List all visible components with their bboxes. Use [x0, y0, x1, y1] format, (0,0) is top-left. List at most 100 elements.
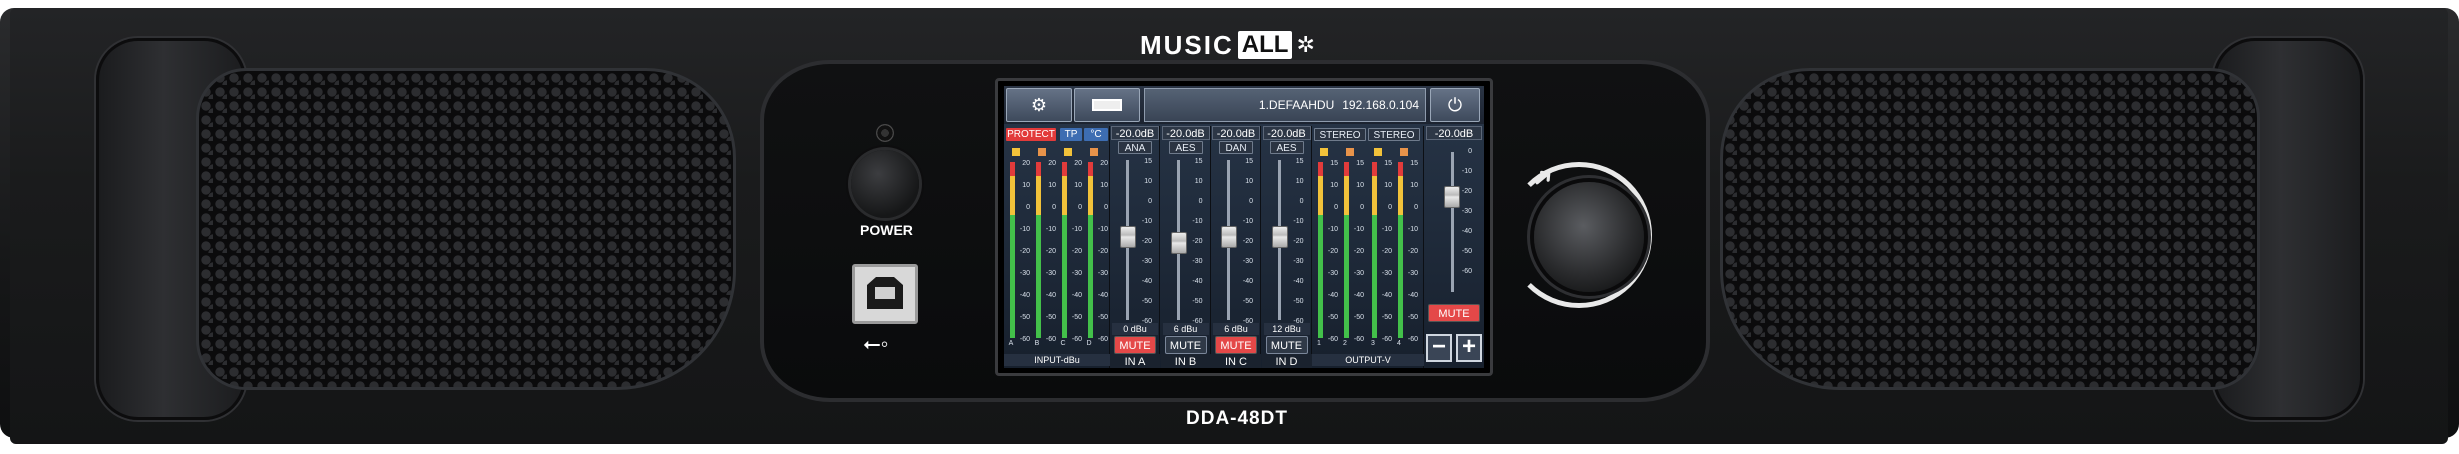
strip-mute-button[interactable]: MUTE [1164, 336, 1207, 354]
output-indicator-3 [1374, 148, 1382, 156]
right-vent-grille [1720, 68, 2260, 390]
strip-source[interactable]: DAN [1219, 141, 1253, 154]
output-scale-tick: 0 [1360, 204, 1364, 211]
strip-level: 6 dBu [1213, 323, 1259, 335]
input-scale-tick: -60 [1019, 336, 1030, 343]
output-channel-label-2: 2 [1343, 340, 1347, 347]
strip-mute-button[interactable]: MUTE [1114, 336, 1156, 354]
input-footer: INPUT-dBu [1004, 354, 1110, 366]
output-scale-tick: 10 [1356, 182, 1364, 189]
settings-button[interactable]: ⚙ [1006, 88, 1072, 122]
brand-right: ALL [1237, 31, 1293, 59]
power-label: POWER [860, 222, 913, 238]
stereo-tag-1: STEREO [1314, 128, 1366, 141]
input-scale-tick: -10 [1019, 226, 1030, 233]
output-indicator-2 [1346, 148, 1354, 156]
strip-fader[interactable] [1271, 226, 1288, 248]
fader-scale-tick: -20 [1192, 238, 1203, 245]
strip-mute-button[interactable]: MUTE [1215, 336, 1257, 354]
output-scale-tick: -60 [1353, 336, 1364, 343]
output-scale-tick: -10 [1327, 226, 1338, 233]
strip-level: 12 dBu [1263, 323, 1310, 335]
fader-scale-tick: -30 [1242, 258, 1253, 265]
fader-scale-tick: 15 [1194, 158, 1203, 165]
fader-scale-tick: -50 [1293, 298, 1304, 305]
output-scale-tick: 0 [1388, 204, 1392, 211]
master-fader-track [1451, 152, 1454, 292]
input-scale-tick: -40 [1045, 292, 1056, 299]
input-indicator-D [1090, 148, 1098, 156]
input-scale-tick: 20 [1048, 160, 1056, 167]
strip-level: 0 dBu [1112, 323, 1158, 335]
input-scale-tick: -20 [1019, 248, 1030, 255]
strip-fader[interactable] [1221, 226, 1237, 248]
snowflake-icon: ✲ [1296, 32, 1315, 57]
strip-name: IN A [1110, 354, 1160, 368]
input-channel-label-A: A [1008, 340, 1014, 347]
strip-fader[interactable] [1120, 226, 1136, 248]
minus-button[interactable]: − [1426, 334, 1452, 362]
device-button[interactable] [1074, 88, 1140, 122]
input-scale-tick: 10 [1100, 182, 1108, 189]
output-scale-tick: 10 [1330, 182, 1338, 189]
strip-fader[interactable] [1170, 232, 1187, 254]
input-scale-tick: -20 [1071, 248, 1082, 255]
output-meters-panel: STEREO STEREO 1 15 10 0 -10 -20 -30 -40 -50 -60 2 1… [1312, 126, 1424, 368]
input-scale-tick: -40 [1097, 292, 1108, 299]
stereo-tag-2: STEREO [1368, 128, 1420, 141]
strip-name: IN C [1211, 354, 1261, 368]
input-scale-tick: 0 [1026, 204, 1030, 211]
strip-mute-button[interactable]: MUTE [1265, 336, 1308, 354]
fader-scale-tick: -20 [1242, 238, 1253, 245]
device-ip: 192.168.0.104 [1342, 98, 1419, 112]
output-scale-tick: -20 [1407, 248, 1418, 255]
model-label: DDA-48DT [1186, 408, 1288, 429]
strip-name: IN D [1261, 354, 1312, 368]
input-channel-label-B: B [1034, 340, 1040, 347]
master-scale-tick: -20 [1461, 188, 1472, 195]
fader-scale-tick: -40 [1192, 278, 1203, 285]
fader-scale-tick: -30 [1192, 258, 1203, 265]
power-screen-button[interactable]: ⏻ [1430, 88, 1480, 122]
power-button[interactable] [851, 150, 919, 218]
output-scale-tick: 10 [1384, 182, 1392, 189]
fader-scale-tick: -40 [1293, 278, 1304, 285]
fader-scale-tick: -30 [1141, 258, 1152, 265]
touch-screen: ⚙ 1.DEFAAHDU 192.168.0.104 ⏻ PROTECT TP … [1004, 86, 1484, 368]
input-scale-tick: -20 [1097, 248, 1108, 255]
fader-scale-tick: -20 [1141, 238, 1152, 245]
tp-tag: TP [1060, 128, 1082, 141]
fader-scale-tick: -20 [1293, 238, 1304, 245]
output-scale-tick: -60 [1381, 336, 1392, 343]
strip-source[interactable]: ANA [1118, 141, 1152, 154]
master-scale-tick: 0 [1468, 148, 1472, 155]
output-scale-tick: 0 [1334, 204, 1338, 211]
output-scale-tick: -50 [1407, 314, 1418, 321]
fader-scale-tick: 0 [1249, 198, 1253, 205]
master-strip: -20.0dB 0 -10 -20 -30 -40 -50 -60 MUTE − + [1424, 126, 1484, 368]
input-scale-tick: -10 [1045, 226, 1056, 233]
input-meter-B [1036, 162, 1041, 338]
fader-scale-tick: -10 [1192, 218, 1203, 225]
fader-scale-tick: 10 [1194, 178, 1203, 185]
strip-source[interactable]: AES [1269, 141, 1304, 154]
fader-scale-tick: -50 [1141, 298, 1152, 305]
master-scale-tick: -40 [1461, 228, 1472, 235]
fader-scale-tick: 15 [1295, 158, 1304, 165]
fader-scale-tick: 0 [1299, 198, 1304, 205]
input-scale-tick: -30 [1019, 270, 1030, 277]
rotary-encoder-knob[interactable] [1534, 182, 1644, 292]
usb-port[interactable] [852, 264, 918, 324]
fader-scale-tick: 15 [1245, 158, 1253, 165]
strip-gain: -20.0dB [1161, 126, 1210, 140]
output-scale-tick: -30 [1327, 270, 1338, 277]
output-scale-tick: -30 [1381, 270, 1392, 277]
strip-source[interactable]: AES [1168, 141, 1203, 154]
master-mute-button[interactable]: MUTE [1428, 304, 1480, 322]
output-scale-tick: -40 [1407, 292, 1418, 299]
master-fader[interactable] [1444, 186, 1460, 208]
output-scale-tick: 15 [1356, 160, 1364, 167]
plus-button[interactable]: + [1456, 334, 1482, 362]
input-indicator-A [1012, 148, 1020, 156]
device-name: 1.DEFAAHDU [1258, 98, 1335, 112]
